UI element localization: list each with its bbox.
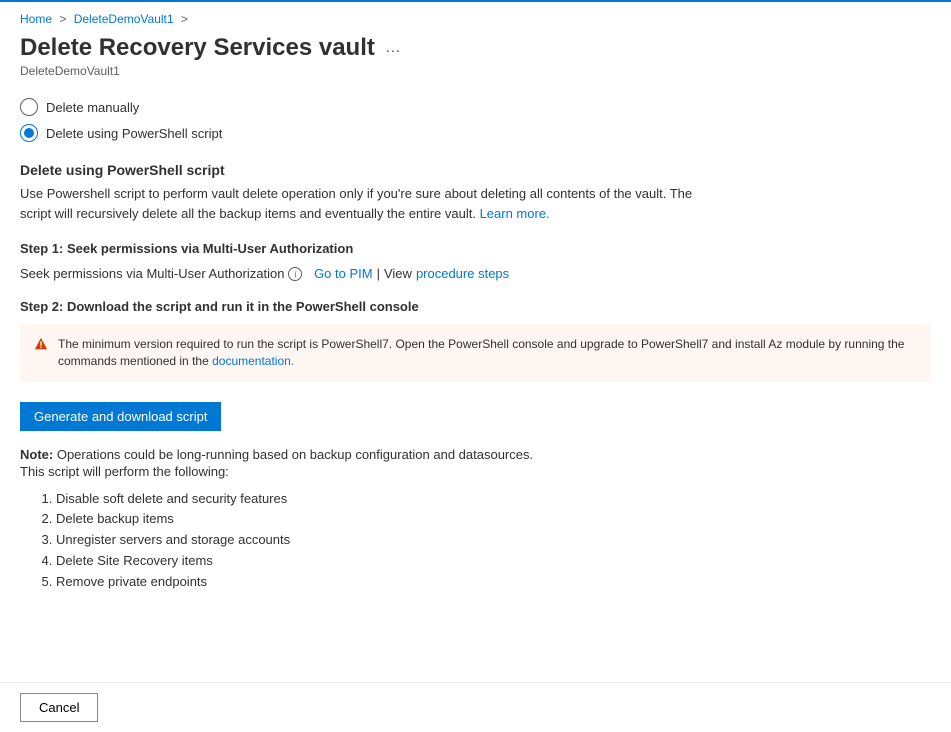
- breadcrumb-home[interactable]: Home: [20, 12, 52, 26]
- breadcrumb-vault[interactable]: DeleteDemoVault1: [74, 12, 174, 26]
- footer: Cancel: [0, 682, 951, 732]
- chevron-right-icon: >: [59, 12, 66, 26]
- step1-heading: Step 1: Seek permissions via Multi-User …: [20, 241, 931, 256]
- section-heading: Delete using PowerShell script: [20, 162, 931, 178]
- warning-text: The minimum version required to run the …: [58, 336, 917, 370]
- list-item: Disable soft delete and security feature…: [56, 489, 931, 510]
- note-text: Note: Operations could be long-running b…: [20, 447, 931, 462]
- list-item: Delete Site Recovery items: [56, 551, 931, 572]
- radio-delete-manually[interactable]: Delete manually: [20, 98, 931, 116]
- radio-label: Delete manually: [46, 100, 139, 115]
- documentation-link[interactable]: documentation.: [212, 354, 294, 368]
- generate-download-button[interactable]: Generate and download script: [20, 402, 221, 431]
- radio-label: Delete using PowerShell script: [46, 126, 222, 141]
- delete-method-radio-group: Delete manually Delete using PowerShell …: [20, 98, 931, 142]
- section-description: Use Powershell script to perform vault d…: [20, 184, 720, 223]
- step1-content: Seek permissions via Multi-User Authoriz…: [20, 266, 931, 281]
- radio-delete-powershell[interactable]: Delete using PowerShell script: [20, 124, 931, 142]
- script-steps-list: Disable soft delete and security feature…: [56, 489, 931, 593]
- warning-banner: The minimum version required to run the …: [20, 324, 931, 382]
- list-item: Unregister servers and storage accounts: [56, 530, 931, 551]
- list-item: Remove private endpoints: [56, 572, 931, 593]
- radio-unchecked-icon: [20, 98, 38, 116]
- breadcrumb: Home > DeleteDemoVault1 >: [20, 12, 931, 26]
- chevron-right-icon: >: [181, 12, 188, 26]
- page-title: Delete Recovery Services vault: [20, 34, 375, 62]
- script-following-text: This script will perform the following:: [20, 464, 931, 479]
- learn-more-link[interactable]: Learn more.: [480, 206, 550, 221]
- radio-checked-icon: [20, 124, 38, 142]
- more-actions-icon[interactable]: …: [385, 39, 403, 57]
- list-item: Delete backup items: [56, 509, 931, 530]
- procedure-steps-link[interactable]: procedure steps: [416, 266, 509, 281]
- cancel-button[interactable]: Cancel: [20, 693, 98, 722]
- step2-heading: Step 2: Download the script and run it i…: [20, 299, 931, 314]
- page-subtitle: DeleteDemoVault1: [20, 64, 931, 78]
- go-to-pim-link[interactable]: Go to PIM: [314, 266, 373, 281]
- info-icon[interactable]: i: [288, 267, 302, 281]
- warning-icon: [34, 337, 48, 356]
